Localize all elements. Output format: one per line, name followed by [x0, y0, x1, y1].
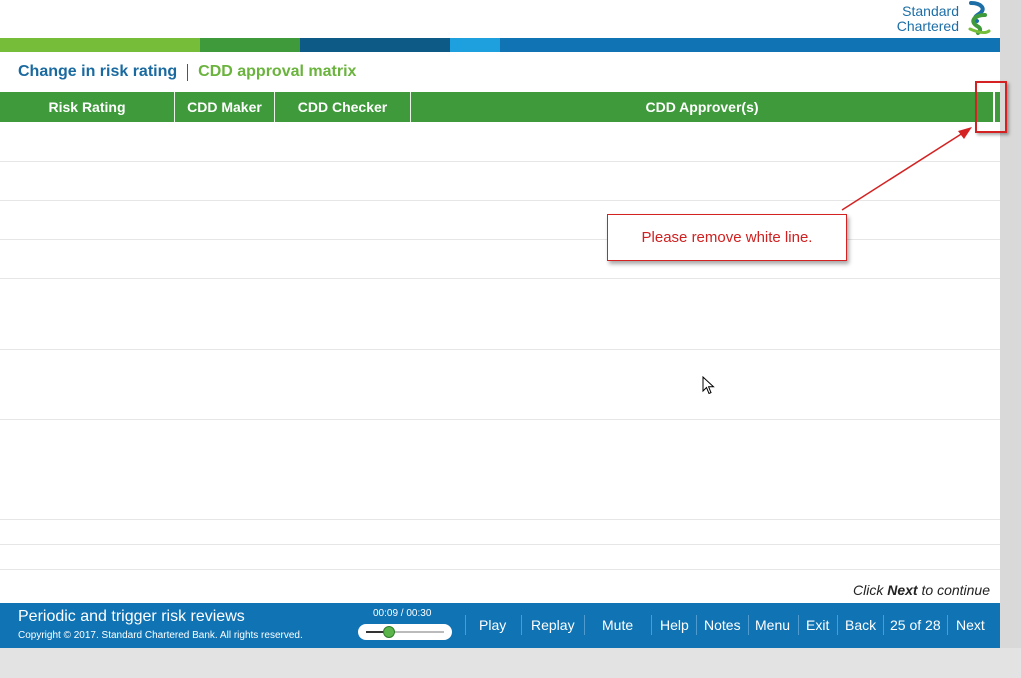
menu-button[interactable]: Menu: [755, 603, 790, 648]
logo-line-2: Chartered: [896, 18, 959, 34]
continue-suffix: to continue: [921, 582, 991, 598]
mute-button[interactable]: Mute: [602, 603, 633, 648]
page-counter: 25 of 28: [890, 617, 941, 633]
footer-divider: [883, 615, 884, 635]
notes-button[interactable]: Notes: [704, 603, 741, 648]
table-row: [0, 349, 1000, 350]
continue-hint: Click Next to continue: [853, 582, 990, 598]
help-button[interactable]: Help: [660, 603, 689, 648]
progress-slider[interactable]: [358, 624, 452, 640]
player-footer: Periodic and trigger risk reviews Copyri…: [0, 603, 1000, 648]
footer-divider: [696, 615, 697, 635]
annotation-highlight-box: [975, 81, 1007, 133]
table-row: [0, 278, 1000, 279]
strip-segment: [450, 38, 500, 52]
brand-color-strip: [0, 38, 1000, 52]
table-header: Risk Rating CDD Maker CDD Checker CDD Ap…: [0, 92, 1000, 122]
exit-button[interactable]: Exit: [806, 603, 829, 648]
strip-segment: [200, 38, 300, 52]
continue-prefix: Click: [853, 582, 884, 598]
slider-handle[interactable]: [383, 626, 396, 638]
table-row: [0, 161, 1000, 162]
footer-divider: [748, 615, 749, 635]
play-button[interactable]: Play: [479, 603, 506, 648]
footer-divider: [584, 615, 585, 635]
table-row: [0, 239, 1000, 240]
footer-divider: [837, 615, 838, 635]
column-header-cdd-approvers: CDD Approver(s): [645, 99, 759, 115]
copyright-text: Copyright © 2017. Standard Chartered Ban…: [18, 630, 303, 641]
logo-mark-icon: [968, 1, 991, 35]
mouse-pointer-icon: [702, 376, 715, 395]
strip-segment: [300, 38, 450, 52]
footer-divider: [521, 615, 522, 635]
column-header-cdd-checker: CDD Checker: [297, 99, 388, 115]
column-header-cdd-maker: CDD Maker: [187, 99, 262, 115]
table-row: [0, 200, 1000, 201]
footer-divider: [947, 615, 948, 635]
table-row: [0, 519, 1000, 520]
playback-time: 00:09 / 00:30: [373, 608, 432, 619]
logo-line-1: Standard: [902, 3, 959, 19]
strip-segment: [0, 38, 200, 52]
replay-button[interactable]: Replay: [531, 603, 575, 648]
breadcrumb-divider: [187, 63, 189, 81]
column-header-risk-rating: Risk Rating: [48, 99, 126, 115]
course-title: Periodic and trigger risk reviews: [18, 608, 245, 625]
footer-divider: [798, 615, 799, 635]
standard-chartered-logo: Standard Chartered: [897, 1, 991, 37]
breadcrumb-parent: Change in risk rating: [18, 63, 178, 80]
strip-segment: [500, 38, 1000, 52]
next-button[interactable]: Next: [956, 603, 985, 648]
breadcrumb: Change in risk rating CDD approval matri…: [18, 63, 356, 81]
continue-action: Next: [887, 582, 918, 598]
table-row: [0, 544, 1000, 545]
footer-divider: [465, 615, 466, 635]
back-button[interactable]: Back: [845, 603, 876, 648]
footer-divider: [651, 615, 652, 635]
course-player: Standard Chartered Change in risk rating…: [0, 0, 1000, 648]
page-title: CDD approval matrix: [198, 63, 357, 80]
annotation-callout: Please remove white line.: [607, 214, 847, 261]
table-row: [0, 569, 1000, 570]
table-row: [0, 419, 1000, 420]
